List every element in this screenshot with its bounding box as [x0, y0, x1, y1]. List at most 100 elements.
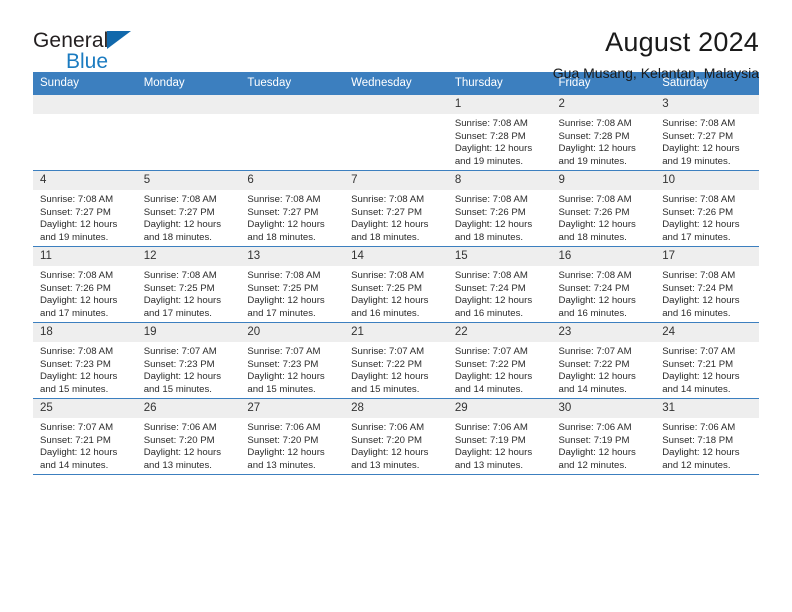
day-detail-line: Daylight: 12 hours [143, 371, 222, 383]
day-detail-line: Sunrise: 7:06 AM [662, 422, 736, 433]
calendar-body: 1 Sunrise: 7:08 AM Sunset: 7:28 PM Daylight… [33, 95, 759, 475]
calendar-day-cell[interactable]: 1 Sunrise: 7:08 AM Sunset: 7:28 PM Daylight… [447, 95, 552, 171]
day-detail-line: Sunrise: 7:08 AM [40, 346, 114, 357]
day-detail-line: Sunset: 7:24 PM [454, 282, 526, 294]
day-detail-line: Daylight: 12 hours [40, 447, 118, 459]
calendar-day-cell[interactable]: 6 Sunrise: 7:08 AM Sunset: 7:27 PM Daylight… [240, 170, 345, 247]
logo[interactable]: General Blue [33, 26, 163, 72]
calendar-day-cell[interactable]: 24 Sunrise: 7:07 AM Sunset: 7:21 PM Dayligh… [655, 322, 759, 399]
day-detail-line: and 16 minutes. [454, 307, 524, 319]
calendar-day-cell[interactable]: 26 Sunrise: 7:06 AM Sunset: 7:20 PM Dayligh… [136, 398, 241, 475]
day-number: 29 [447, 399, 552, 418]
day-detail-line: Daylight: 12 hours [558, 447, 636, 459]
calendar-day-cell[interactable]: 28 Sunrise: 7:06 AM Sunset: 7:20 PM Dayligh… [344, 398, 448, 475]
calendar-day-cell[interactable]: 30 Sunrise: 7:06 AM Sunset: 7:19 PM Dayligh… [551, 398, 656, 475]
day-number: 24 [655, 323, 759, 342]
calendar-day-cell[interactable]: 12 Sunrise: 7:08 AM Sunset: 7:25 PM Dayligh… [136, 246, 241, 323]
day-cell-inner: 31 Sunrise: 7:06 AM Sunset: 7:18 PM Dayligh… [655, 399, 759, 474]
calendar-day-cell[interactable]: 31 Sunrise: 7:06 AM Sunset: 7:18 PM Dayligh… [655, 398, 759, 475]
calendar-day-cell[interactable]: 21 Sunrise: 7:07 AM Sunset: 7:22 PM Dayligh… [344, 322, 448, 399]
day-details: Sunrise: 7:08 AM Sunset: 7:26 PM Daylight:… [448, 190, 552, 244]
day-number: 17 [655, 247, 759, 266]
day-detail-line: Sunrise: 7:07 AM [40, 422, 114, 433]
day-detail-line: Sunset: 7:25 PM [247, 282, 319, 294]
day-detail-line: Sunrise: 7:08 AM [454, 270, 528, 281]
day-number: 31 [655, 399, 759, 418]
day-details: Sunrise: 7:06 AM Sunset: 7:18 PM Daylight:… [655, 418, 759, 472]
day-detail-line: Daylight: 12 hours [351, 371, 429, 383]
day-detail-line: and 14 minutes. [662, 383, 731, 395]
day-cell-inner: 30 Sunrise: 7:06 AM Sunset: 7:19 PM Dayligh… [551, 399, 656, 474]
day-detail-line: Sunrise: 7:07 AM [351, 346, 425, 357]
calendar-day-cell[interactable]: 9 Sunrise: 7:08 AM Sunset: 7:26 PM Daylight… [551, 170, 656, 247]
day-detail-line: Daylight: 12 hours [351, 219, 429, 231]
day-number: 4 [33, 171, 137, 190]
calendar-day-cell[interactable]: 23 Sunrise: 7:07 AM Sunset: 7:22 PM Dayligh… [551, 322, 656, 399]
calendar-day-cell[interactable]: 11 Sunrise: 7:08 AM Sunset: 7:26 PM Dayligh… [33, 246, 137, 323]
day-cell-inner: 3 Sunrise: 7:08 AM Sunset: 7:27 PM Daylight… [655, 95, 759, 170]
calendar-day-cell[interactable]: 17 Sunrise: 7:08 AM Sunset: 7:24 PM Dayligh… [655, 246, 759, 323]
day-detail-line: Daylight: 12 hours [454, 219, 533, 231]
day-detail-line: and 19 minutes. [558, 155, 627, 167]
weekday-header-wednesday: Wednesday [344, 72, 448, 95]
weekday-header-sunday: Sunday [33, 72, 137, 95]
day-number: 9 [551, 171, 656, 190]
day-detail-line: Daylight: 12 hours [247, 295, 325, 307]
day-cell-inner: 25 Sunrise: 7:07 AM Sunset: 7:21 PM Dayligh… [33, 399, 137, 474]
day-detail-line: Sunrise: 7:07 AM [143, 346, 217, 357]
calendar-day-cell[interactable]: 3 Sunrise: 7:08 AM Sunset: 7:27 PM Daylight… [655, 95, 759, 171]
day-detail-line: Sunrise: 7:08 AM [351, 270, 425, 281]
calendar-day-cell[interactable]: 19 Sunrise: 7:07 AM Sunset: 7:23 PM Dayligh… [136, 322, 241, 399]
day-detail-line: Sunrise: 7:06 AM [351, 422, 425, 433]
calendar-day-cell[interactable]: 18 Sunrise: 7:08 AM Sunset: 7:23 PM Dayligh… [33, 322, 137, 399]
day-number: 8 [447, 171, 552, 190]
day-detail-line: Sunrise: 7:08 AM [40, 194, 114, 205]
calendar-day-cell[interactable]: 14 Sunrise: 7:08 AM Sunset: 7:25 PM Dayligh… [344, 246, 448, 323]
day-cell-inner [240, 95, 345, 170]
calendar-day-cell[interactable]: 16 Sunrise: 7:08 AM Sunset: 7:24 PM Dayligh… [551, 246, 656, 323]
calendar-day-cell[interactable]: 25 Sunrise: 7:07 AM Sunset: 7:21 PM Dayligh… [33, 398, 137, 475]
calendar-day-cell[interactable]: 29 Sunrise: 7:06 AM Sunset: 7:19 PM Dayligh… [447, 398, 552, 475]
calendar-day-cell[interactable]: 27 Sunrise: 7:06 AM Sunset: 7:20 PM Dayligh… [240, 398, 345, 475]
day-detail-line: Daylight: 12 hours [454, 447, 533, 459]
day-detail-line: Sunrise: 7:08 AM [247, 194, 321, 205]
calendar-day-cell[interactable]: 20 Sunrise: 7:07 AM Sunset: 7:23 PM Dayligh… [240, 322, 345, 399]
day-cell-inner [33, 95, 137, 170]
logo-text-blue: Blue [66, 50, 109, 73]
day-cell-inner: 12 Sunrise: 7:08 AM Sunset: 7:25 PM Dayligh… [136, 247, 241, 322]
day-details: Sunrise: 7:07 AM Sunset: 7:22 PM Daylight:… [344, 342, 448, 396]
day-detail-line: and 19 minutes. [454, 155, 524, 167]
calendar-day-cell[interactable]: 15 Sunrise: 7:08 AM Sunset: 7:24 PM Dayligh… [447, 246, 552, 323]
day-details: Sunrise: 7:08 AM Sunset: 7:28 PM Daylight:… [552, 114, 656, 168]
day-details: Sunrise: 7:08 AM Sunset: 7:24 PM Daylight:… [448, 266, 552, 320]
day-number: 16 [551, 247, 656, 266]
calendar-day-cell[interactable]: 8 Sunrise: 7:08 AM Sunset: 7:26 PM Daylight… [447, 170, 552, 247]
day-detail-line: Sunrise: 7:06 AM [247, 422, 321, 433]
day-cell-inner: 9 Sunrise: 7:08 AM Sunset: 7:26 PM Daylight… [551, 171, 656, 246]
calendar-day-cell[interactable]: 7 Sunrise: 7:08 AM Sunset: 7:27 PM Daylight… [344, 170, 448, 247]
calendar-day-cell[interactable]: 22 Sunrise: 7:07 AM Sunset: 7:22 PM Dayligh… [447, 322, 552, 399]
day-detail-line: Daylight: 12 hours [351, 295, 429, 307]
day-detail-line: Sunrise: 7:06 AM [558, 422, 632, 433]
day-detail-line: Daylight: 12 hours [662, 371, 740, 383]
day-details: Sunrise: 7:08 AM Sunset: 7:26 PM Daylight:… [655, 190, 759, 244]
calendar-day-cell[interactable]: 13 Sunrise: 7:08 AM Sunset: 7:25 PM Dayligh… [240, 246, 345, 323]
calendar-day-cell[interactable]: 10 Sunrise: 7:08 AM Sunset: 7:26 PM Dayligh… [655, 170, 759, 247]
day-detail-line: Sunset: 7:28 PM [454, 130, 526, 142]
day-detail-line: Sunrise: 7:08 AM [558, 118, 632, 129]
day-detail-line: Sunrise: 7:08 AM [454, 194, 528, 205]
calendar-day-cell[interactable]: 2 Sunrise: 7:08 AM Sunset: 7:28 PM Daylight… [551, 95, 656, 171]
calendar-page: General Blue August 2024 Gua Musang, Kel… [0, 0, 792, 612]
day-details: Sunrise: 7:08 AM Sunset: 7:27 PM Daylight:… [344, 190, 448, 244]
day-number: 27 [240, 399, 345, 418]
day-details [344, 114, 448, 118]
day-detail-line: Sunset: 7:23 PM [143, 358, 215, 370]
day-detail-line: and 15 minutes. [247, 383, 316, 395]
day-number: 14 [344, 247, 448, 266]
day-detail-line: Sunset: 7:21 PM [662, 358, 734, 370]
calendar-day-cell[interactable]: 4 Sunrise: 7:08 AM Sunset: 7:27 PM Daylight… [33, 170, 137, 247]
calendar-day-cell[interactable]: 5 Sunrise: 7:08 AM Sunset: 7:27 PM Daylight… [136, 170, 241, 247]
day-detail-line: Sunset: 7:20 PM [247, 434, 319, 446]
day-details: Sunrise: 7:08 AM Sunset: 7:25 PM Daylight:… [344, 266, 448, 320]
day-detail-line: Sunrise: 7:06 AM [454, 422, 528, 433]
